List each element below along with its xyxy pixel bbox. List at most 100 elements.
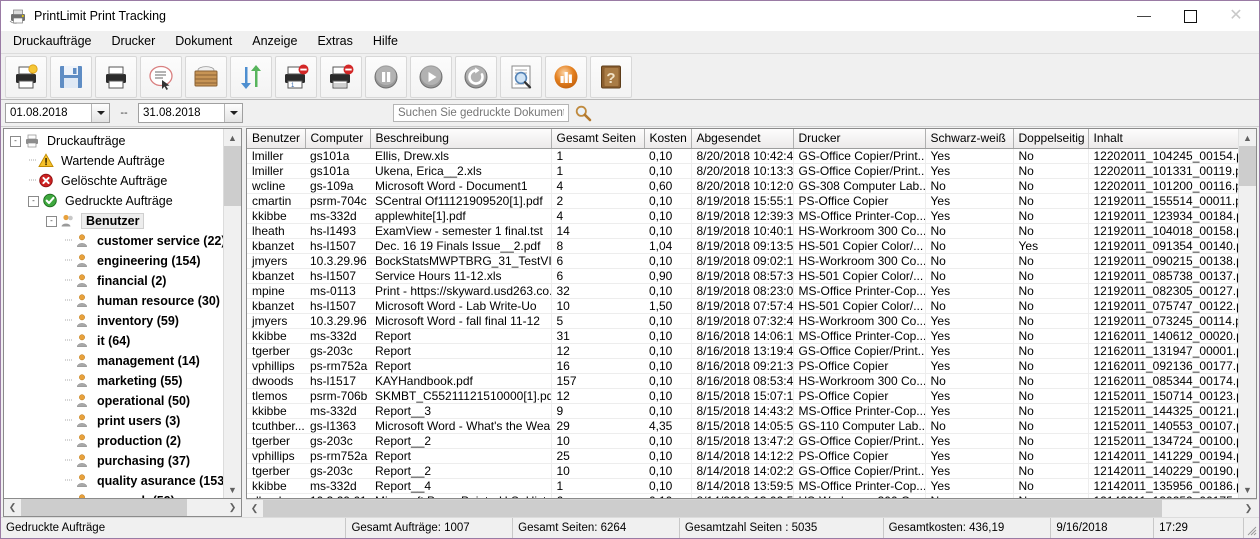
table-row[interactable]: lheath hs-l1493 ExamView - semester 1 fina… [247, 223, 1238, 239]
printer-delete-all-icon[interactable] [320, 55, 362, 98]
grid-horizontal-scrollbar[interactable]: ❮ ❯ [246, 499, 1257, 517]
table-row[interactable]: tcuthber... gs-l1363 Microsoft Word - What… [247, 418, 1238, 434]
close-button[interactable]: ✕ [1213, 1, 1259, 31]
tree-item[interactable]: management (14) [4, 351, 223, 371]
scroll-up-icon[interactable]: ▲ [224, 129, 241, 146]
table-row[interactable]: cmartin psrm-704c SCentral Of11121909520[1… [247, 193, 1238, 209]
table-row[interactable]: wcline gs-109a Microsoft Word - Document1 4… [247, 178, 1238, 194]
expander-collapse-icon[interactable]: - [10, 135, 21, 147]
print-icon[interactable] [95, 55, 137, 98]
refresh-sync-icon[interactable] [230, 55, 272, 98]
scroll-thumb[interactable] [224, 146, 241, 206]
scroll-right-icon[interactable]: ❯ [1240, 500, 1257, 517]
tree-item[interactable]: - Gedruckte Aufträge [4, 191, 223, 211]
scroll-left-icon[interactable]: ❮ [246, 500, 263, 517]
col-beschreibung[interactable]: Beschreibung [370, 129, 552, 149]
chevron-down-icon[interactable] [91, 104, 109, 122]
tree-item[interactable]: - Druckaufträge [4, 131, 223, 151]
menu-extras[interactable]: Extras [313, 32, 361, 51]
scroll-track[interactable] [224, 146, 241, 481]
table-row[interactable]: kbanzet hs-l1507 Dec. 16 19 Finals Issue__… [247, 238, 1238, 254]
scroll-track[interactable] [21, 499, 224, 516]
menu-hilfe[interactable]: Hilfe [369, 32, 407, 51]
col-abgesendet[interactable]: Abgesendet [691, 129, 794, 149]
col-gesamt-seiten[interactable]: Gesamt Seiten [551, 129, 645, 149]
save-icon[interactable] [50, 55, 92, 98]
tree-item[interactable]: customer service (22) [4, 231, 223, 251]
scroll-up-icon[interactable]: ▲ [1239, 129, 1256, 146]
document-search-icon[interactable] [500, 55, 542, 98]
tree-item[interactable]: Gelöschte Aufträge [4, 171, 223, 191]
table-row[interactable]: jmyers 10.3.29.96 Microsoft Word - fall fi… [247, 313, 1238, 329]
menu-anzeige[interactable]: Anzeige [248, 32, 306, 51]
scroll-right-icon[interactable]: ❯ [224, 499, 241, 516]
grid-vertical-scrollbar[interactable]: ▲ ▼ [1238, 129, 1256, 498]
table-row[interactable]: tgerber gs-203c Report 12 0,10 8/16/2018 13:1… [247, 343, 1238, 359]
scroll-thumb[interactable] [263, 500, 1162, 517]
help-book-icon[interactable]: ? [590, 55, 632, 98]
table-row[interactable]: kkibbe ms-332d Report__4 1 0,10 8/14/2018 13:… [247, 478, 1238, 494]
chevron-down-icon[interactable] [224, 104, 242, 122]
table-row[interactable]: mpine ms-0113 Print - https://skyward.usd2… [247, 283, 1238, 299]
col-schwarz-weiss[interactable]: Schwarz-weiß [925, 129, 1014, 149]
col-inhalt[interactable]: Inhalt [1088, 129, 1239, 149]
chart-report-icon[interactable] [545, 55, 587, 98]
tree-item[interactable]: purchasing (37) [4, 451, 223, 471]
date-from-picker[interactable]: 01.08.2018 [5, 103, 110, 123]
date-to-picker[interactable]: 31.08.2018 [138, 103, 243, 123]
tree-item[interactable]: engineering (154) [4, 251, 223, 271]
tree-item[interactable]: quality asurance (153) [4, 471, 223, 491]
col-computer[interactable]: Computer [305, 129, 371, 149]
resize-grip-icon[interactable] [1243, 518, 1259, 538]
table-row[interactable]: vphillips ps-rm752a Report 25 0,10 8/14/2018 … [247, 448, 1238, 464]
col-drucker[interactable]: Drucker [793, 129, 926, 149]
menu-dokument[interactable]: Dokument [171, 32, 241, 51]
scroll-down-icon[interactable]: ▼ [1239, 481, 1256, 498]
maximize-button[interactable] [1167, 1, 1213, 31]
table-row[interactable]: kbanzet hs-l1507 Microsoft Word - Lab Writ… [247, 298, 1238, 314]
table-row[interactable]: jmyers 10.3.29.96 BockStatsMWPTBRG_31_Test… [247, 253, 1238, 269]
menu-drucker[interactable]: Drucker [108, 32, 165, 51]
table-row[interactable]: lmiller gs101a Ukena, Erica__2.xls 1 0,10 8/2… [247, 163, 1238, 179]
col-doppelseitig[interactable]: Doppelseitig [1013, 129, 1089, 149]
pause-icon[interactable] [365, 55, 407, 98]
scroll-thumb[interactable] [21, 499, 188, 516]
archive-box-icon[interactable] [185, 55, 227, 98]
tree-item[interactable]: marketing (55) [4, 371, 223, 391]
scroll-thumb[interactable] [1239, 146, 1256, 186]
play-icon[interactable] [410, 55, 452, 98]
col-kosten[interactable]: Kosten [644, 129, 692, 149]
print-preview-icon[interactable] [140, 55, 182, 98]
table-row[interactable]: dwoods hs-l1517 KAYHandbook.pdf 157 0,10 8/16… [247, 373, 1238, 389]
scroll-left-icon[interactable]: ❮ [4, 499, 21, 516]
magnifier-icon[interactable] [572, 103, 594, 123]
tree-item[interactable]: production (2) [4, 431, 223, 451]
printer-delete-one-icon[interactable]: 1 [275, 55, 317, 98]
expander-collapse-icon[interactable]: - [28, 195, 39, 207]
tree-item[interactable]: research (59) [4, 491, 223, 498]
restart-icon[interactable] [455, 55, 497, 98]
tree-item[interactable]: operational (50) [4, 391, 223, 411]
table-row[interactable]: kkibbe ms-332d applewhite[1].pdf 4 0,10 8/19/… [247, 208, 1238, 224]
expander-collapse-icon[interactable]: - [46, 215, 57, 227]
tree-item[interactable]: it (64) [4, 331, 223, 351]
search-input[interactable] [393, 104, 569, 122]
print-new-icon[interactable] [5, 55, 47, 98]
table-row[interactable]: kkibbe ms-332d Report__3 9 0,10 8/15/2018 14:… [247, 403, 1238, 419]
col-benutzer[interactable]: Benutzer [247, 129, 306, 149]
scroll-down-icon[interactable]: ▼ [224, 481, 241, 498]
table-row[interactable]: lmiller gs101a Ellis, Drew.xls 1 0,10 8/20/20… [247, 148, 1238, 164]
table-row[interactable]: vphillips ps-rm752a Report 16 0,10 8/16/2018 … [247, 358, 1238, 374]
scroll-track[interactable] [1239, 146, 1256, 481]
table-row[interactable]: kkibbe ms-332d Report 31 0,10 8/16/2018 14:06… [247, 328, 1238, 344]
scroll-track[interactable] [263, 500, 1240, 517]
table-row[interactable]: tgerber gs-203c Report__2 10 0,10 8/14/2018 1… [247, 463, 1238, 479]
minimize-button[interactable] [1121, 1, 1167, 31]
table-row[interactable]: kbanzet hs-l1507 Service Hours 11-12.xls 6 0… [247, 268, 1238, 284]
tree-item[interactable]: Wartende Aufträge [4, 151, 223, 171]
tree-item[interactable]: inventory (59) [4, 311, 223, 331]
table-row[interactable]: tgerber gs-203c Report__2 10 0,10 8/15/2018 1… [247, 433, 1238, 449]
tree-item[interactable]: financial (2) [4, 271, 223, 291]
tree-horizontal-scrollbar[interactable]: ❮ ❯ [3, 499, 242, 517]
tree-item[interactable]: print users (3) [4, 411, 223, 431]
